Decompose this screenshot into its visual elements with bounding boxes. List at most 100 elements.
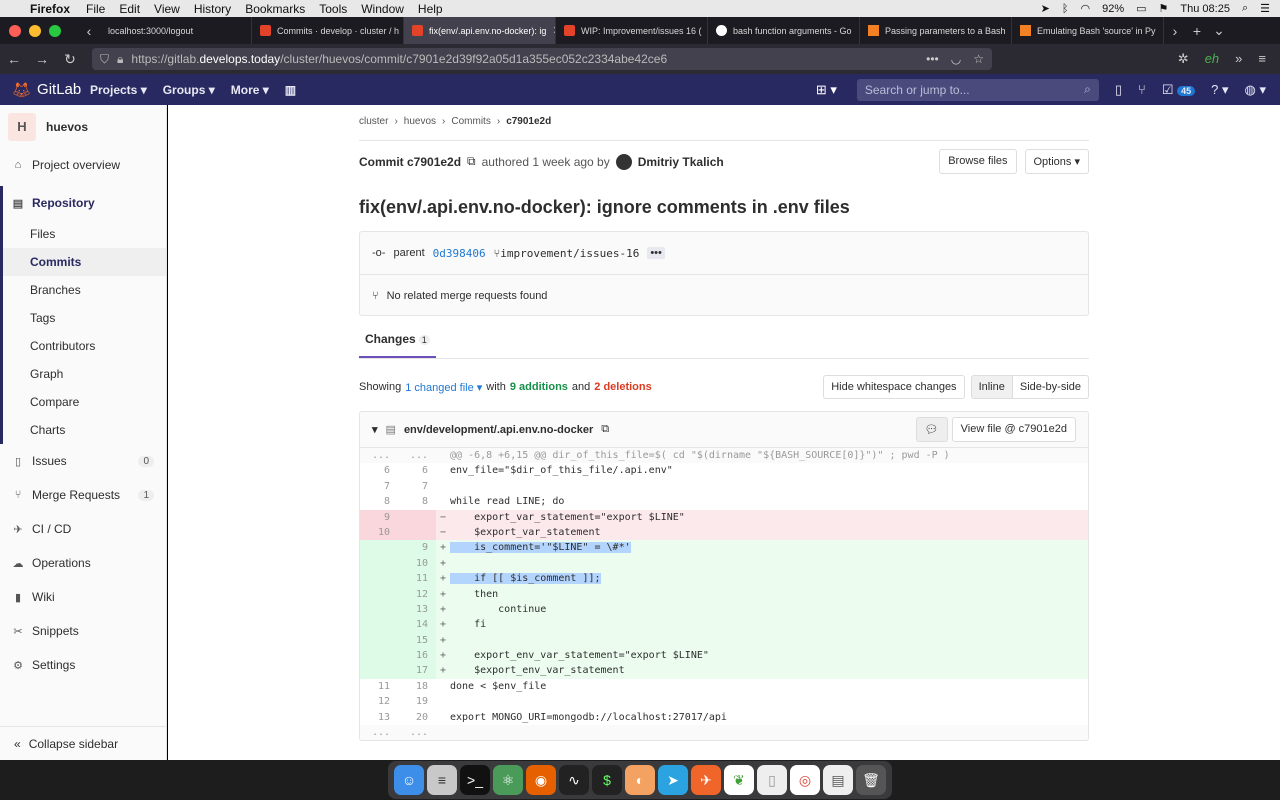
tab-scroll-left-icon[interactable]: ‹ [78,23,100,39]
menu-bookmarks[interactable]: Bookmarks [243,2,307,16]
spotlight-icon[interactable]: ⌕ [1242,2,1248,15]
more-refs-button[interactable]: ••• [647,247,665,259]
new-line-number[interactable]: 10 [398,555,436,572]
todos-icon[interactable]: ☑ 45 [1162,82,1196,98]
extension-icon[interactable]: ✲ [1178,51,1189,67]
sidebar-item-merge-requests[interactable]: ⑂ Merge Requests 1 [0,478,166,512]
merge-requests-icon[interactable]: ⑂ [1138,82,1146,97]
gitlab-logo[interactable]: 🦊︎ GitLab [0,81,90,99]
old-line-number[interactable] [360,601,398,618]
new-line-number[interactable]: 16 [398,648,436,664]
sidebar-item-wiki[interactable]: ▮ Wiki [0,580,166,614]
sidebar-subitem-compare[interactable]: Compare [3,388,166,416]
old-line-number[interactable]: 8 [360,494,398,509]
sidebar-subitem-tags[interactable]: Tags [3,304,166,332]
new-line-number[interactable]: 20 [398,710,436,725]
old-line-number[interactable]: ... [360,725,398,740]
breadcrumb-current[interactable]: c7901e2d [506,116,551,127]
close-window-button[interactable] [9,24,21,37]
tab-list-icon[interactable]: ⌄ [1208,22,1230,39]
author-avatar[interactable] [615,153,632,170]
forward-icon[interactable]: → [28,51,56,67]
sidebar-item-repository[interactable]: ▤ Repository [0,186,166,220]
sidebar-subitem-files[interactable]: Files [3,220,166,248]
activity-monitor-icon[interactable]: ∿ [559,765,589,795]
url-bar[interactable]: ⛉ 🔒︎ https://gitlab.develops.today/clust… [92,48,992,70]
new-line-number[interactable]: ... [398,725,436,740]
minimize-window-button[interactable] [29,24,41,37]
menu-app[interactable]: Firefox [28,2,72,16]
new-line-number[interactable]: 15 [398,632,436,649]
battery-icon[interactable]: ▭ [1136,2,1146,15]
old-line-number[interactable] [360,571,398,587]
new-line-number[interactable]: 14 [398,617,436,633]
menu-history[interactable]: History [192,2,233,16]
view-file-button[interactable]: View file @ c7901e2d [951,417,1076,442]
activity-chart-icon[interactable]: ▥ [285,83,296,97]
breadcrumb-huevos[interactable]: huevos [404,116,436,127]
notes-app-icon[interactable]: ≡ [427,765,457,795]
collapse-file-icon[interactable]: ▾ [372,423,378,436]
old-line-number[interactable] [360,540,398,556]
old-line-number[interactable] [360,586,398,602]
sidebar-subitem-contributors[interactable]: Contributors [3,332,166,360]
hamburger-menu-icon[interactable]: ≡ [1258,51,1266,67]
telegram-status-icon[interactable]: ➤ [1041,2,1050,15]
url-text[interactable]: https://gitlab.develops.today/cluster/hu… [131,52,667,66]
browser-tab[interactable]: bash function arguments - Go [708,17,860,44]
sidebar-subitem-graph[interactable]: Graph [3,360,166,388]
breadcrumb-commits[interactable]: Commits [451,116,490,127]
document-icon[interactable]: ▯ [757,765,787,795]
new-line-number[interactable]: 18 [398,679,436,694]
new-line-number[interactable]: 19 [398,694,436,709]
finder-icon[interactable]: ☺ [394,765,424,795]
flag-icon[interactable]: ⚑ [1159,2,1169,15]
menu-view[interactable]: View [152,2,182,16]
chrome-icon[interactable]: ◎ [790,765,820,795]
new-line-number[interactable] [398,509,436,525]
battery-text[interactable]: 92% [1102,3,1124,15]
new-line-number[interactable]: 9 [398,540,436,556]
firefox-icon[interactable]: ◉ [526,765,556,795]
telegram-icon[interactable]: ➤ [658,765,688,795]
browse-files-button[interactable]: Browse files [939,149,1017,174]
branch-ref[interactable]: ⑂improvement/issues-16 [494,247,640,260]
sidebar-item-settings[interactable]: ⚙ Settings [0,648,166,682]
old-line-number[interactable]: 9 [360,509,398,525]
clock[interactable]: Thu 08:25 [1180,3,1230,15]
nav-groups[interactable]: Groups ▾ [163,83,215,97]
hide-whitespace-button[interactable]: Hide whitespace changes [823,375,965,399]
help-icon[interactable]: ? ▾ [1211,82,1228,98]
menu-help[interactable]: Help [416,2,445,16]
back-icon[interactable]: ← [0,51,28,67]
new-line-number[interactable]: 11 [398,571,436,587]
new-line-number[interactable]: 12 [398,586,436,602]
archive-icon[interactable]: ▤ [823,765,853,795]
nav-more[interactable]: More ▾ [231,83,269,97]
old-line-number[interactable] [360,632,398,649]
sidebar-subitem-commits[interactable]: Commits [3,248,166,276]
eh-extension-icon[interactable]: eh [1205,51,1219,67]
search-input[interactable]: Search or jump to... ⌕ [856,78,1099,101]
pocket-icon[interactable]: ◡ [951,52,961,66]
old-line-number[interactable]: 11 [360,679,398,694]
macos-installer-icon[interactable]: ◐ [625,765,655,795]
sidebar-subitem-charts[interactable]: Charts [3,416,166,444]
postman-icon[interactable]: ✈ [691,765,721,795]
comment-toggle-button[interactable]: 💬︎ [915,417,948,442]
new-item-icon[interactable]: ⊞ ▾ [816,82,837,98]
trash-icon[interactable]: 🗑︎ [856,765,886,795]
wifi-icon[interactable]: ◠ [1080,2,1090,15]
menu-window[interactable]: Window [359,2,406,16]
collapse-sidebar-button[interactable]: « Collapse sidebar [0,726,166,760]
sidebar-item-cicd[interactable]: ✈ CI / CD [0,512,166,546]
old-line-number[interactable] [360,555,398,572]
new-line-number[interactable] [398,524,436,541]
sidebar-item-snippets[interactable]: ✂ Snippets [0,614,166,648]
copy-icon[interactable]: ⧉ [467,154,476,169]
sidebar-item-operations[interactable]: ☁ Operations [0,546,166,580]
control-center-icon[interactable]: ☰ [1260,2,1270,15]
new-line-number[interactable]: 17 [398,663,436,679]
new-tab-icon[interactable]: + [1186,23,1208,39]
browser-tab[interactable]: Passing parameters to a Bash [860,17,1012,44]
